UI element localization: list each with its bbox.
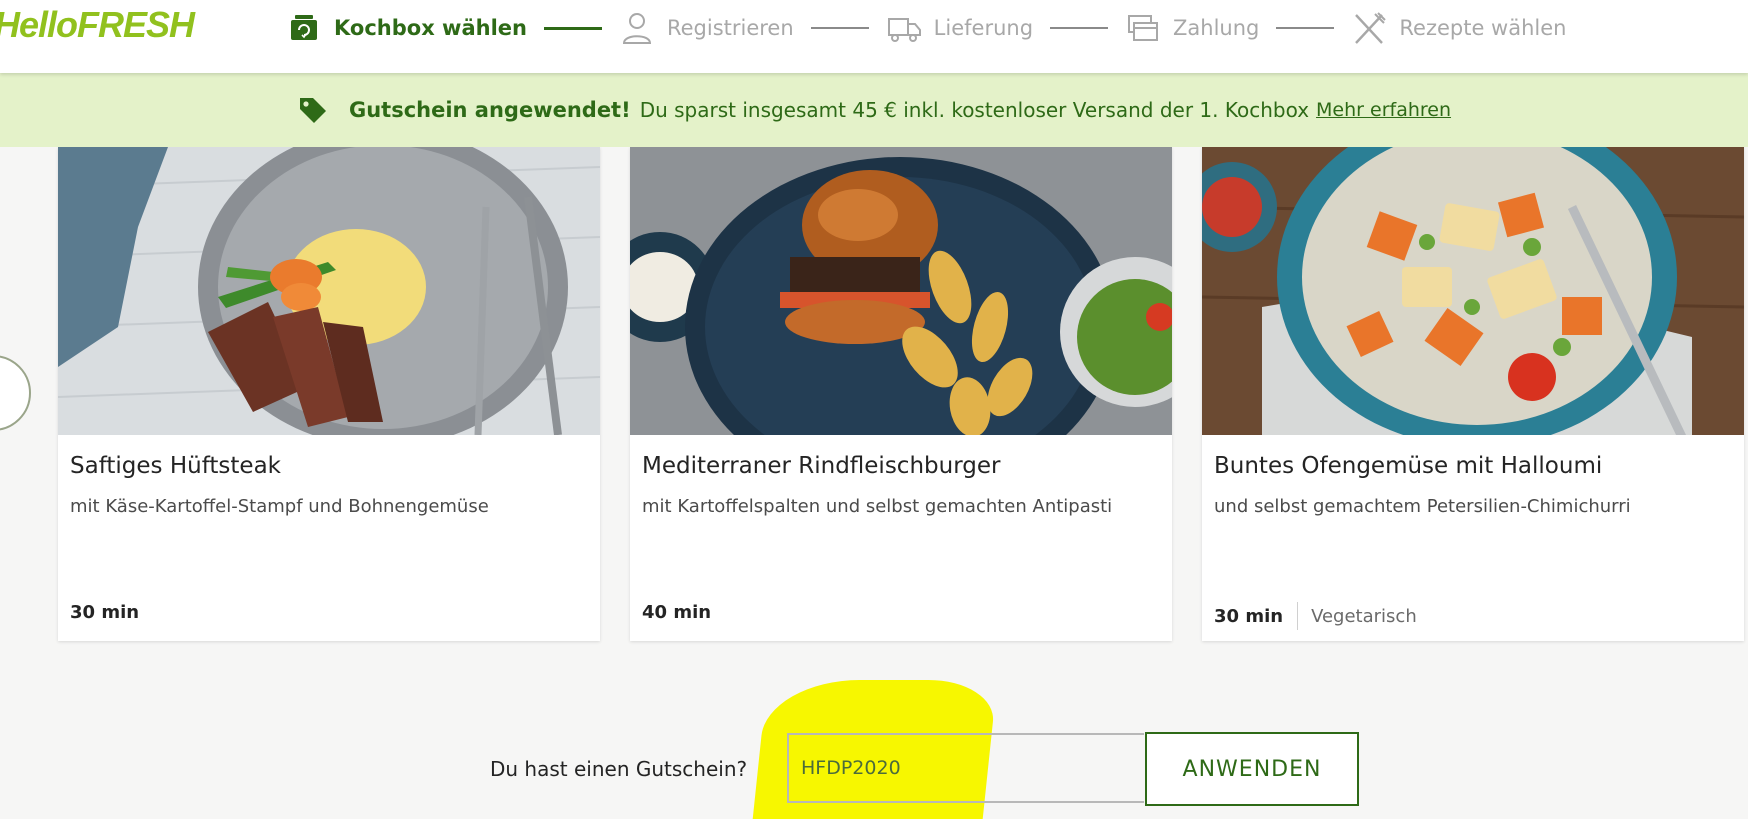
truck-icon — [886, 10, 922, 46]
payment-card-icon — [1125, 10, 1161, 46]
recipe-subtitle: und selbst gemachtem Petersilien-Chimich… — [1214, 496, 1631, 517]
recipe-card[interactable]: Buntes Ofengemüse mit Halloumi und selbs… — [1202, 147, 1744, 641]
step-label: Rezepte wählen — [1399, 16, 1567, 40]
step-connector — [1276, 27, 1335, 29]
recipe-title: Buntes Ofengemüse mit Halloumi — [1214, 453, 1603, 479]
apply-voucher-button[interactable]: ANWENDEN — [1145, 732, 1359, 806]
banner-heading: Gutschein angewendet! — [348, 98, 631, 122]
step-zahlung[interactable]: Zahlung — [1125, 0, 1259, 56]
step-connector — [1050, 27, 1109, 29]
more-info-link[interactable]: Mehr erfahren — [1316, 99, 1451, 121]
step-rezepte[interactable]: Rezepte wählen — [1351, 0, 1566, 56]
recipe-card[interactable]: Mediterraner Rindfleischburger mit Karto… — [630, 147, 1172, 641]
user-icon — [619, 10, 655, 46]
meta-divider — [1297, 602, 1299, 630]
step-label: Kochbox wählen — [334, 16, 527, 40]
recipe-meta: 30 min Vegetarisch — [1214, 602, 1417, 630]
recipe-image — [1202, 147, 1744, 435]
fork-knife-icon — [1351, 10, 1387, 46]
step-connector — [543, 26, 602, 30]
recipe-subtitle: mit Kartoffelspalten und selbst gemachte… — [642, 496, 1113, 517]
diet-tag: Vegetarisch — [1311, 605, 1417, 627]
step-connector — [810, 27, 869, 29]
checkout-header: HelloFRESH Kochbox wählen Registrieren L… — [0, 0, 1748, 73]
step-label: Lieferung — [933, 16, 1034, 40]
voucher-applied-banner: Gutschein angewendet! Du sparst insgesam… — [0, 73, 1748, 147]
cooking-time: 30 min — [1214, 605, 1284, 627]
recipe-meta: 40 min — [642, 602, 711, 623]
carousel-prev-button[interactable] — [0, 355, 31, 431]
tag-icon — [297, 94, 329, 126]
recipe-subtitle: mit Käse-Kartoffel-Stampf und Bohnengemü… — [70, 496, 489, 517]
step-registrieren[interactable]: Registrieren — [619, 0, 794, 56]
cooking-time: 30 min — [70, 602, 140, 623]
step-label: Registrieren — [666, 16, 794, 40]
banner-text: Du sparst insgesamt 45 € inkl. kostenlos… — [639, 98, 1310, 122]
recipe-image — [630, 147, 1172, 435]
recipe-meta: 30 min — [70, 602, 139, 623]
recipe-title: Saftiges Hüftsteak — [70, 453, 281, 479]
voucher-code-input[interactable] — [787, 733, 1144, 803]
recipe-title: Mediterraner Rindfleischburger — [642, 453, 1001, 479]
recipe-image — [58, 147, 600, 435]
recipe-card[interactable]: Saftiges Hüftsteak mit Käse-Kartoffel-St… — [58, 147, 600, 641]
step-kochbox[interactable]: Kochbox wählen — [286, 0, 527, 56]
step-lieferung[interactable]: Lieferung — [886, 0, 1033, 56]
voucher-label: Du hast einen Gutschein? — [490, 757, 748, 781]
cooking-time: 40 min — [642, 602, 712, 623]
step-label: Zahlung — [1173, 16, 1260, 40]
hellofresh-logo[interactable]: HelloFRESH — [0, 4, 195, 46]
checkout-steps: Kochbox wählen Registrieren Lieferung Za… — [286, 0, 1566, 56]
box-icon — [286, 10, 322, 46]
